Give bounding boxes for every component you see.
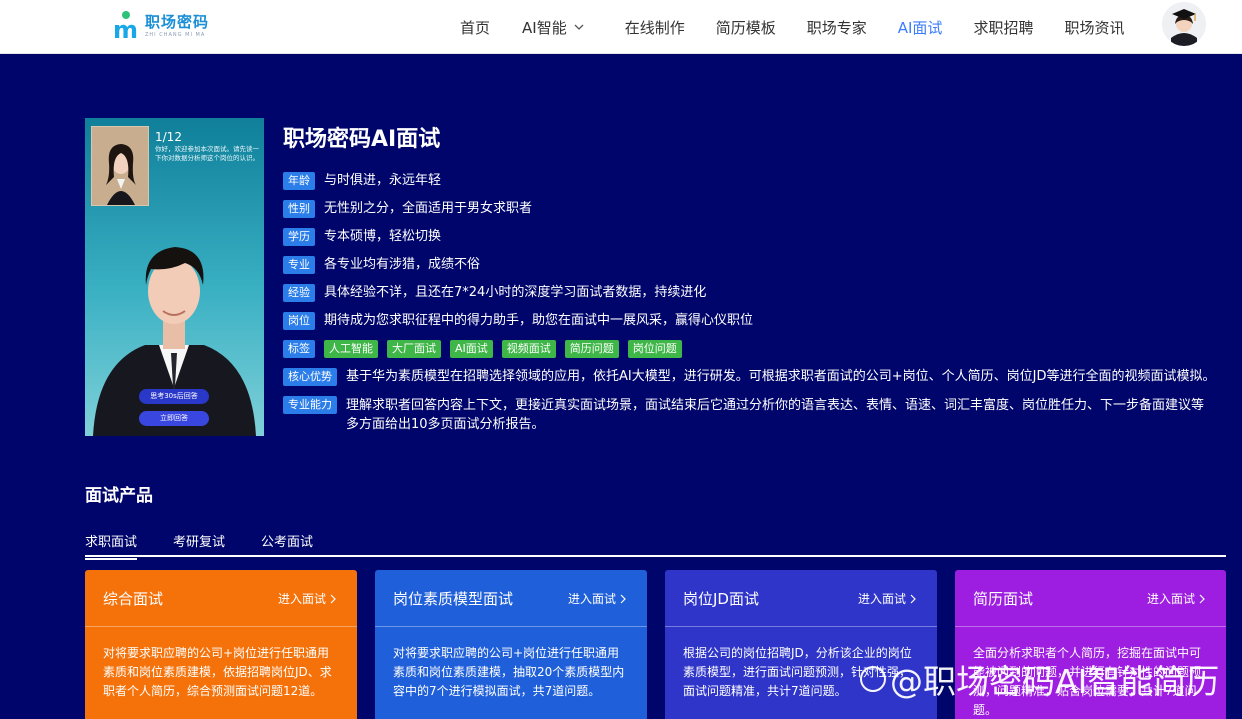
card-title: 综合面试 <box>103 590 164 608</box>
enter-interview-link[interactable]: 进入面试 <box>278 590 337 607</box>
chevron-right-icon <box>910 594 916 603</box>
nav-ai[interactable]: AI智能 <box>522 17 585 38</box>
attr-tag: 经验 <box>283 284 315 302</box>
nav-experts[interactable]: 职场专家 <box>807 17 867 38</box>
section-title: 面试产品 <box>85 486 153 506</box>
label-chip[interactable]: AI面试 <box>450 340 493 358</box>
attr-core-advantage: 核心优势 基于华为素质模型在招聘选择领域的应用，依托AI大模型，进行研发。可根据… <box>283 368 1215 386</box>
logo-text: 职场密码 <box>145 13 210 31</box>
card-title: 简历面试 <box>973 590 1034 608</box>
top-navbar: m 职场密码 ZHI CHANG MI MA 首页 AI智能 在线制作 简历模板… <box>0 0 1242 54</box>
site-logo[interactable]: m 职场密码 ZHI CHANG MI MA <box>113 8 213 44</box>
interviewer-thumbnail <box>91 126 149 206</box>
nav-online-make[interactable]: 在线制作 <box>625 17 685 38</box>
attr-tag: 年龄 <box>283 172 315 190</box>
attr-text: 理解求职者回答内容上下文，更接近真实面试场景，面试结束后它通过分析你的语言表达、… <box>346 398 1205 432</box>
enter-interview-link[interactable]: 进入面试 <box>858 590 917 607</box>
attr-text: 与时俱进，永远年轻 <box>324 173 442 188</box>
chevron-down-icon <box>574 24 584 30</box>
logo-mark-icon: m <box>113 11 141 42</box>
label-chip[interactable]: 简历问题 <box>564 340 619 358</box>
enter-interview-link[interactable]: 进入面试 <box>1147 590 1206 607</box>
nav-jobs[interactable]: 求职招聘 <box>973 17 1033 38</box>
card-title: 岗位JD面试 <box>683 590 759 608</box>
attr-ability: 专业能力 理解求职者回答内容上下文，更接近真实面试场景，面试结束后它通过分析你的… <box>283 396 1204 434</box>
card-description: 对将要求职应聘的公司+岗位进行任职通用素质和岗位素质建模，依据招聘岗位JD、求职… <box>103 646 332 698</box>
question-counter: 1/12 <box>155 130 182 144</box>
attr-tag: 岗位 <box>283 312 315 330</box>
attr-experience: 经验 具体经验不详，且还在7*24小时的深度学习面试者数据，持续进化 <box>283 284 706 302</box>
attr-text: 各专业均有涉猎，成绩不俗 <box>324 257 481 272</box>
attr-tag: 标签 <box>283 340 315 358</box>
think-30s-button[interactable]: 思考30s后回答 <box>139 389 209 404</box>
attr-tag: 学历 <box>283 228 315 246</box>
label-chip[interactable]: 人工智能 <box>324 340 378 358</box>
attr-major: 专业 各专业均有涉猎，成绩不俗 <box>283 256 480 274</box>
page-title: 职场密码AI面试 <box>283 127 441 152</box>
nav-ai-interview[interactable]: AI面试 <box>898 17 943 38</box>
nav-news[interactable]: 职场资讯 <box>1064 17 1124 38</box>
attr-text: 期待成为您求职征程中的得力助手，助您在面试中一展风采，赢得心仪职位 <box>324 313 754 328</box>
attr-education: 学历 专本硕博，轻松切换 <box>283 228 441 246</box>
chevron-right-icon <box>330 594 336 603</box>
enter-interview-link[interactable]: 进入面试 <box>568 590 627 607</box>
product-card[interactable]: 岗位素质模型面试 进入面试 对将要求职应聘的公司+岗位进行任职通用素质和岗位素质… <box>375 570 647 719</box>
product-card[interactable]: 综合面试 进入面试 对将要求职应聘的公司+岗位进行任职通用素质和岗位素质建模，依… <box>85 570 357 719</box>
card-description: 对将要求职应聘的公司+岗位进行任职通用素质和岗位素质建模，抽取20个素质模型内容… <box>393 646 625 698</box>
chevron-right-icon <box>620 594 626 603</box>
platform-logo-icon <box>860 666 886 692</box>
attr-tag: 核心优势 <box>283 368 337 386</box>
attr-gender: 性别 无性别之分，全面适用于男女求职者 <box>283 200 532 218</box>
attr-age: 年龄 与时俱进，永远年轻 <box>283 172 441 190</box>
attr-tag: 性别 <box>283 200 315 218</box>
attr-text: 基于华为素质模型在招聘选择领域的应用，依托AI大模型，进行研发。可根据求职者面试… <box>346 369 1216 384</box>
tab-divider <box>85 555 1226 557</box>
chevron-right-icon <box>1199 594 1205 603</box>
interview-preview: 1/12 你好，欢迎参加本次面试。请先读一下你对数据分析师这个岗位的认识。 思考… <box>85 118 264 436</box>
card-title: 岗位素质模型面试 <box>393 590 514 608</box>
graduate-avatar-icon <box>1162 2 1206 46</box>
attr-position: 岗位 期待成为您求职征程中的得力助手，助您在面试中一展风采，赢得心仪职位 <box>283 312 753 330</box>
user-avatar[interactable] <box>1162 2 1206 46</box>
attr-text: 专本硕博，轻松切换 <box>324 229 442 244</box>
nav-resume-templates[interactable]: 简历模板 <box>716 17 776 38</box>
question-text: 你好，欢迎参加本次面试。请先读一下你对数据分析师这个岗位的认识。 <box>155 145 259 162</box>
label-chip[interactable]: 大厂面试 <box>387 340 441 358</box>
attr-tag: 专业 <box>283 256 315 274</box>
label-chip[interactable]: 视频面试 <box>501 340 556 358</box>
attr-text: 无性别之分，全面适用于男女求职者 <box>324 201 533 216</box>
answer-now-button[interactable]: 立即回答 <box>139 411 209 426</box>
watermark: @职场密码AI智能简历 <box>860 655 1219 703</box>
attr-labels: 标签 人工智能 大厂面试 AI面试 视频面试 简历问题 岗位问题 <box>283 340 682 358</box>
nav-home[interactable]: 首页 <box>460 17 490 38</box>
logo-subtext: ZHI CHANG MI MA <box>145 32 206 38</box>
label-chip[interactable]: 岗位问题 <box>627 340 682 358</box>
attr-tag: 专业能力 <box>283 396 337 414</box>
attr-text: 具体经验不详，且还在7*24小时的深度学习面试者数据，持续进化 <box>324 285 707 300</box>
main-nav: 首页 AI智能 在线制作 简历模板 职场专家 AI面试 求职招聘 职场资讯 <box>460 0 1155 54</box>
